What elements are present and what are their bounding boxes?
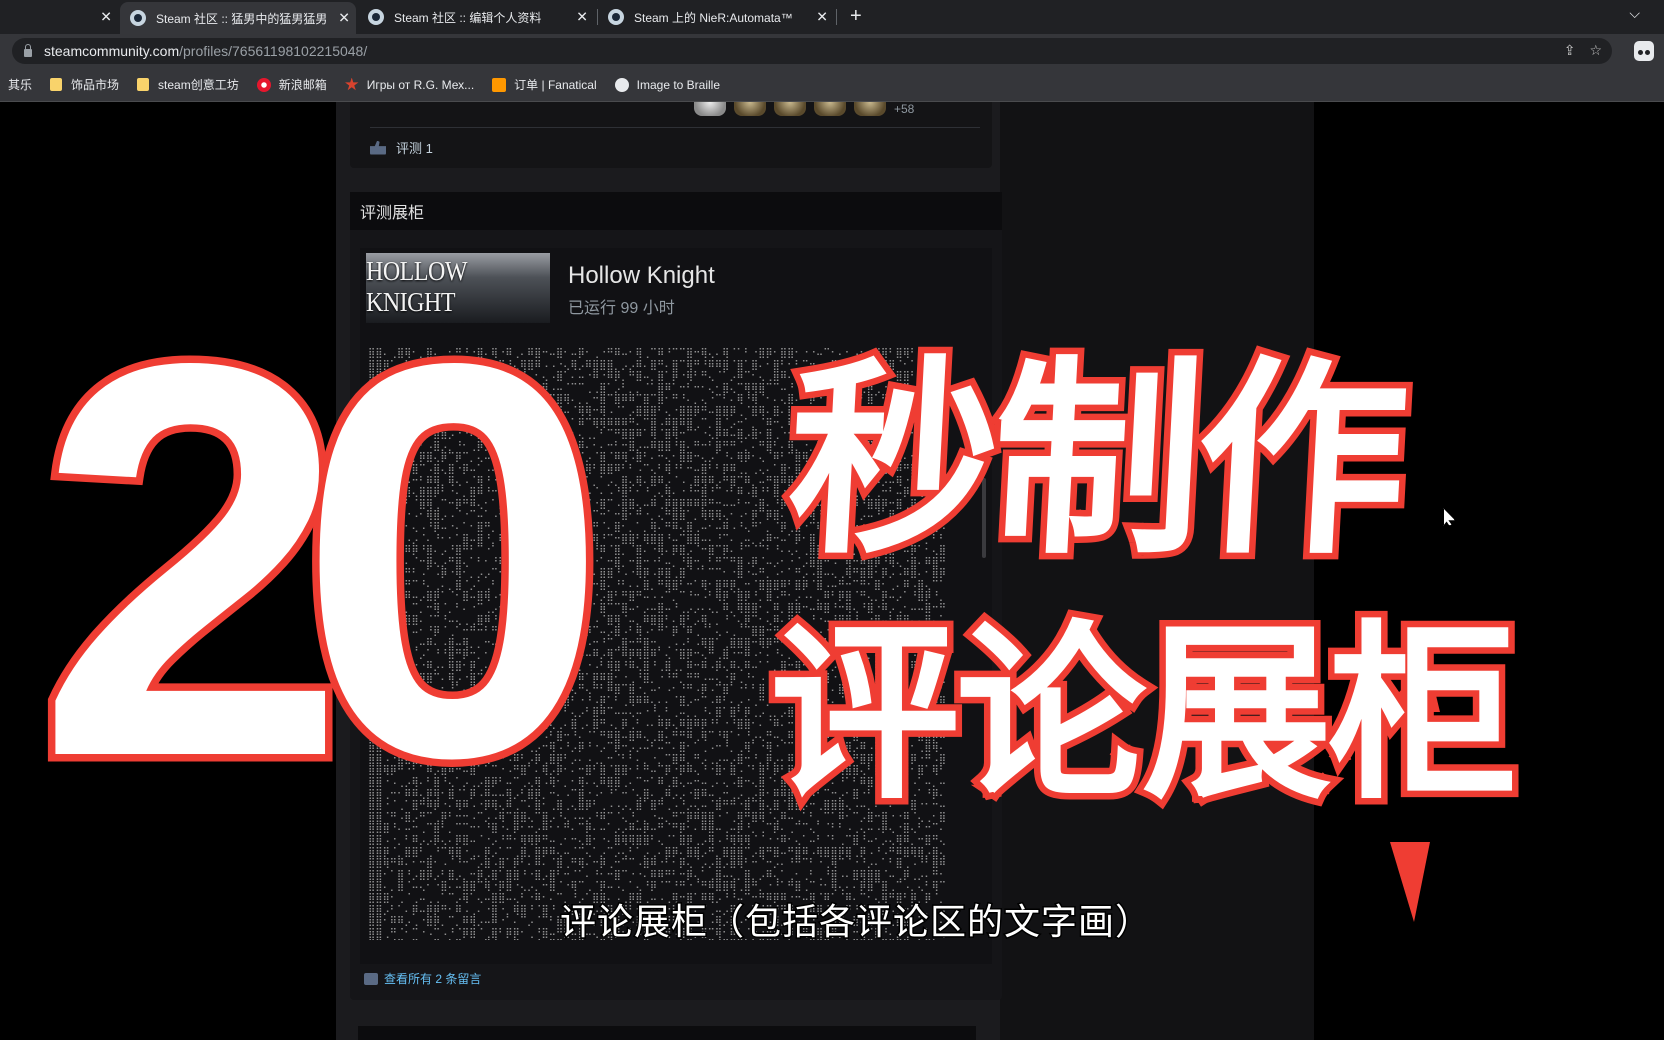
bookmark-item[interactable]: steam创意工坊 bbox=[137, 76, 239, 93]
comment-icon bbox=[364, 972, 378, 985]
bookmark-label: Игры от R.G. Мех... bbox=[366, 77, 475, 92]
tab-title: Steam 社区 :: 猛男中的猛男猛男 bbox=[156, 11, 328, 26]
tab-3[interactable]: Steam 上的 NieR:Automata™ ✕ bbox=[598, 0, 834, 34]
reviews-link[interactable]: 评测 1 bbox=[370, 138, 433, 157]
browser-toolbar: steamcommunity.com/profiles/765611981022… bbox=[0, 34, 1664, 68]
bookmarks-bar: 其乐 饰品市场 steam创意工坊 新浪邮箱 Игры от R.G. Мех.… bbox=[0, 68, 1664, 102]
bookmark-label: 订单 | Fanatical bbox=[514, 78, 597, 92]
folder-icon bbox=[137, 78, 150, 91]
close-tab-icon[interactable]: ✕ bbox=[576, 9, 588, 26]
fanatical-icon bbox=[492, 77, 507, 92]
url-path: /profiles/76561198102215048/ bbox=[179, 43, 368, 59]
tab-divider bbox=[836, 9, 837, 25]
game-name-link[interactable]: Hollow Knight bbox=[568, 262, 715, 290]
divider bbox=[370, 127, 980, 128]
lock-icon[interactable] bbox=[24, 43, 32, 57]
bookmark-star-icon[interactable]: ☆ bbox=[1589, 42, 1602, 59]
view-all-label: 查看所有 2 条留言 bbox=[384, 972, 482, 986]
bookmark-label: steam创意工坊 bbox=[158, 78, 239, 92]
tab-title: Steam 社区 :: 编辑个人资料 bbox=[394, 10, 542, 25]
badges-more-count[interactable]: +58 bbox=[894, 102, 914, 116]
next-showcase-header bbox=[358, 1026, 874, 1040]
steam-icon bbox=[130, 10, 146, 26]
url-host: steamcommunity.com bbox=[44, 43, 180, 59]
close-tab-icon[interactable]: ✕ bbox=[816, 9, 828, 26]
tab-1[interactable]: Steam 社区 :: 猛男中的猛男猛男 ✕ bbox=[120, 2, 356, 34]
close-tab-icon[interactable]: ✕ bbox=[100, 9, 112, 26]
share-icon[interactable]: ⇪ bbox=[1564, 42, 1576, 59]
sina-icon bbox=[256, 77, 271, 92]
badge-icon[interactable] bbox=[774, 102, 806, 116]
bookmark-label: Image to Braille bbox=[636, 77, 721, 92]
bookmark-item[interactable]: 饰品市场 bbox=[50, 76, 119, 93]
tab-search-chevron-icon[interactable]: ⌵ bbox=[1629, 5, 1640, 22]
braille-icon bbox=[614, 77, 629, 92]
steam-icon bbox=[608, 9, 624, 25]
next-showcase-header-right bbox=[874, 1026, 976, 1040]
badge-icon[interactable] bbox=[694, 102, 726, 116]
bookmark-item[interactable]: Image to Braille bbox=[614, 77, 721, 92]
overlay-title-line1: 秒制作 bbox=[776, 332, 1414, 590]
badge-icon[interactable] bbox=[734, 102, 766, 116]
steam-icon bbox=[368, 9, 384, 25]
bookmark-label: 新浪邮箱 bbox=[278, 78, 327, 92]
view-all-comments-link[interactable]: 查看所有 2 条留言 bbox=[364, 970, 481, 987]
badge-row: +58 bbox=[694, 102, 914, 116]
overlay-title-line2: 评论展柜 bbox=[763, 598, 1524, 832]
reviews-count-label: 评测 1 bbox=[396, 141, 433, 156]
tab-0[interactable]: ✕ bbox=[0, 0, 118, 34]
bookmark-item[interactable]: Игры от R.G. Мех... bbox=[345, 77, 475, 92]
url-text[interactable]: steamcommunity.com/profiles/765611981022… bbox=[44, 43, 367, 59]
bookmark-item[interactable]: 订单 | Fanatical bbox=[492, 76, 597, 93]
address-bar[interactable]: steamcommunity.com/profiles/765611981022… bbox=[12, 38, 1612, 64]
folder-icon bbox=[50, 78, 63, 91]
bookmark-label: 饰品市场 bbox=[71, 78, 120, 92]
badge-icon[interactable] bbox=[814, 102, 846, 116]
omnibox-actions: ⇪ ☆ bbox=[1564, 42, 1602, 59]
decorative-spike bbox=[1390, 842, 1430, 922]
thumbs-up-icon bbox=[370, 140, 386, 155]
bookmark-item[interactable]: 新浪邮箱 bbox=[256, 76, 327, 93]
video-subtitle: 评论展柜（包括各评论区的文字画） bbox=[558, 901, 1153, 945]
badge-icon[interactable] bbox=[854, 102, 886, 116]
close-tab-icon[interactable]: ✕ bbox=[338, 10, 350, 27]
playtime-text: 已运行 99 小时 bbox=[568, 300, 675, 317]
bookmark-label: 其乐 bbox=[8, 78, 33, 92]
showcase-title: 评测展柜 bbox=[350, 192, 1002, 230]
tab-title: Steam 上的 NieR:Automata™ bbox=[634, 10, 793, 25]
tab-2[interactable]: Steam 社区 :: 编辑个人资料 ✕ bbox=[358, 0, 594, 34]
profile-avatar-icon[interactable] bbox=[1634, 41, 1654, 61]
overlay-number-20: 20 bbox=[29, 247, 617, 873]
bookmark-item[interactable]: 其乐 bbox=[8, 76, 32, 93]
new-tab-plus-icon[interactable]: + bbox=[850, 5, 862, 28]
star-icon bbox=[345, 77, 359, 91]
tab-strip: ✕ Steam 社区 :: 猛男中的猛男猛男 ✕ Steam 社区 :: 编辑个… bbox=[0, 0, 1664, 34]
